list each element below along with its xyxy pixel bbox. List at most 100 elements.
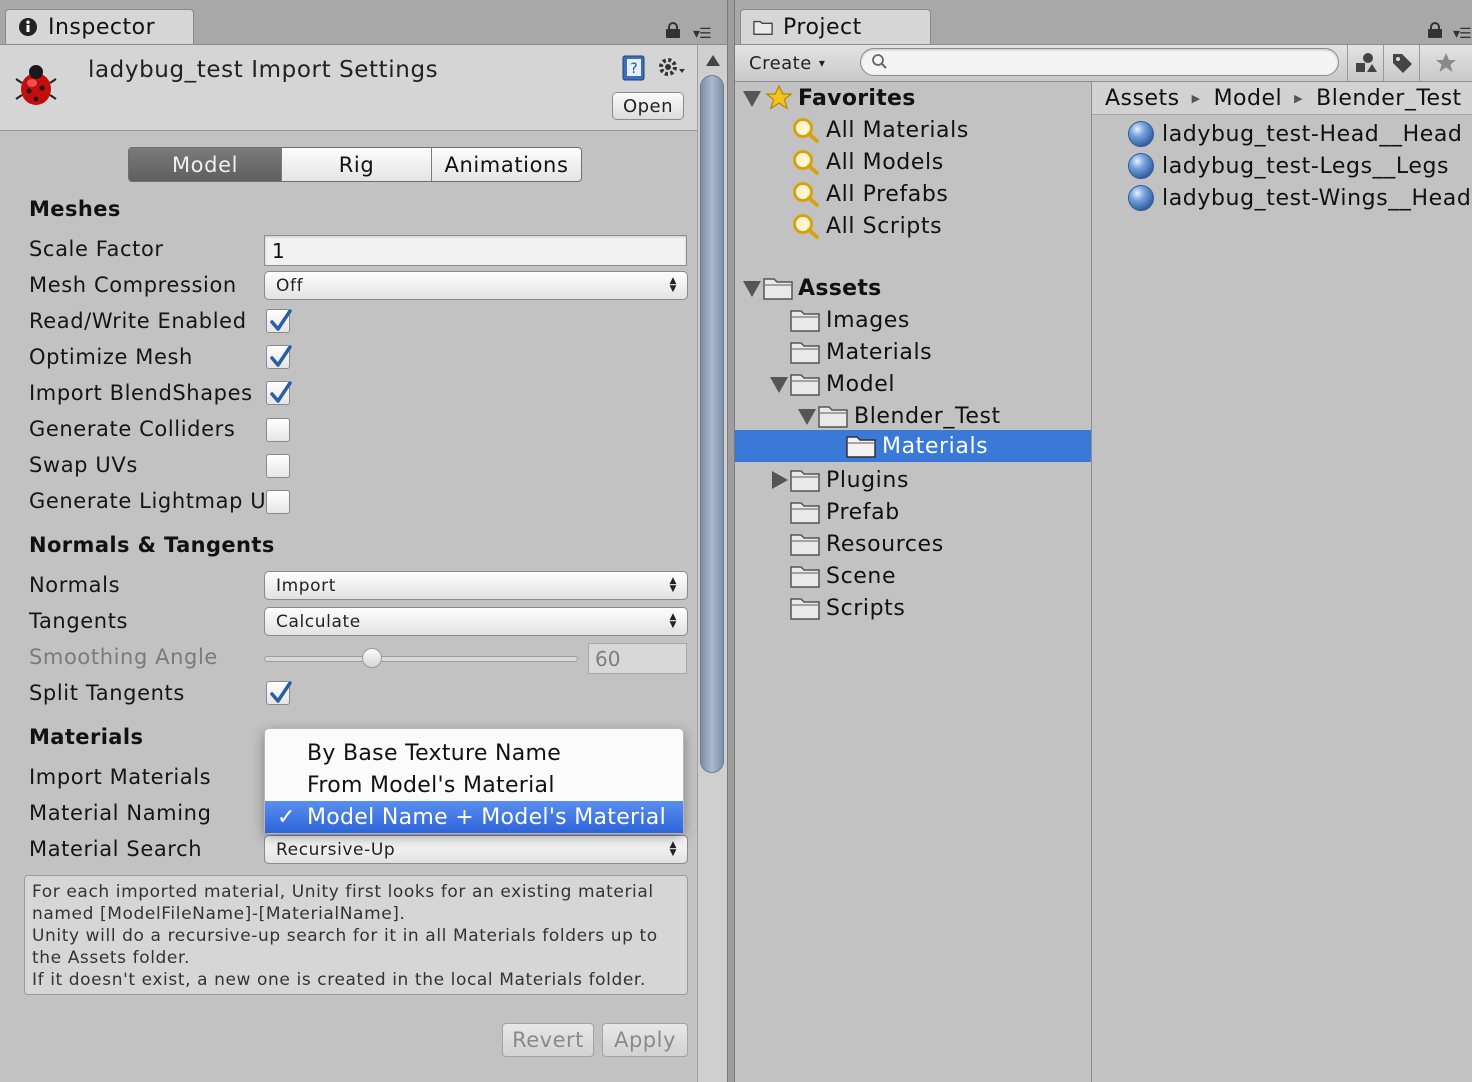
menu-item-from-models-material[interactable]: From Model's Material: [265, 769, 683, 801]
scroll-up-arrow-icon[interactable]: [706, 55, 720, 66]
tree-item-label: Prefab: [826, 500, 900, 525]
tree-item-label: All Scripts: [826, 214, 943, 239]
tree-item-all-prefabs[interactable]: All Prefabs: [735, 178, 1091, 210]
panel-divider[interactable]: [727, 0, 735, 1082]
tree-item-label: Scene: [826, 564, 897, 589]
project-toolbar: Create ▾: [735, 45, 1472, 82]
scale-factor-input[interactable]: 1: [264, 235, 687, 266]
tree-item-materials[interactable]: Materials: [735, 336, 1091, 368]
smoothing-angle-input[interactable]: 60: [588, 643, 687, 674]
open-button[interactable]: Open: [612, 92, 684, 120]
project-tab[interactable]: Project: [740, 9, 931, 44]
tree-item-prefab[interactable]: Prefab: [735, 496, 1091, 528]
breadcrumb-item-model[interactable]: Model: [1214, 86, 1283, 111]
folder-icon: [763, 278, 793, 300]
material-sphere-icon: [1128, 121, 1154, 147]
mesh-compression-dropdown[interactable]: Off ▲ ▼: [264, 271, 688, 300]
tree-item-label: All Materials: [826, 118, 969, 143]
optimize-mesh-label: Optimize Mesh: [29, 345, 193, 369]
model-rig-animations-tabs: Model Rig Animations: [128, 147, 582, 182]
create-button[interactable]: Create ▾: [749, 49, 825, 77]
menu-item-by-base-texture-name[interactable]: By Base Texture Name: [265, 737, 683, 769]
inspector-tab[interactable]: Inspector: [5, 9, 194, 44]
read-write-label: Read/Write Enabled: [29, 309, 247, 333]
checkmark-icon: [270, 681, 292, 703]
expand-triangle-icon[interactable]: [798, 409, 816, 425]
help-text-line: For each imported material, Unity first …: [32, 882, 654, 902]
tree-item-model[interactable]: Model: [735, 368, 1091, 400]
split-tangents-checkbox[interactable]: [266, 681, 292, 705]
breadcrumb-item-assets[interactable]: Assets: [1105, 86, 1180, 111]
tree-item-scripts[interactable]: Scripts: [735, 592, 1091, 624]
tree-item-all-materials[interactable]: All Materials: [735, 114, 1091, 146]
smoothing-angle-slider-thumb[interactable]: [362, 648, 382, 668]
menu-item-model-name-plus-models-material[interactable]: ✓ Model Name + Model's Material: [265, 801, 683, 833]
panel-menu-icon[interactable]: ▾☰: [693, 26, 712, 42]
breadcrumb: Assets ▶ Model ▶ Blender_Test ▶: [1092, 82, 1472, 115]
normals-dropdown[interactable]: Import ▲ ▼: [264, 571, 688, 600]
material-search-dropdown[interactable]: Recursive-Up ▲ ▼: [264, 835, 688, 864]
revert-button[interactable]: Revert: [502, 1023, 594, 1057]
tree-item-label: All Prefabs: [826, 182, 949, 207]
list-item[interactable]: ladybug_test-Wings__Head: [1128, 182, 1471, 214]
tangents-label: Tangents: [29, 609, 129, 633]
tree-item-scene[interactable]: Scene: [735, 560, 1091, 592]
tree-item-label: Blender_Test: [854, 404, 1001, 429]
folder-icon: [846, 436, 876, 458]
inspector-tab-label: Inspector: [48, 14, 156, 40]
tab-rig[interactable]: Rig: [281, 148, 431, 181]
project-tabstrip: Project ▾☰: [735, 0, 1472, 45]
list-item[interactable]: ladybug_test-Head__Head: [1128, 118, 1463, 150]
expand-triangle-icon[interactable]: [743, 281, 761, 297]
tree-item-resources[interactable]: Resources: [735, 528, 1091, 560]
tree-item-plugins[interactable]: Plugins: [735, 464, 1091, 496]
tab-animations[interactable]: Animations: [431, 148, 581, 181]
search-by-label-icon[interactable]: [1383, 45, 1419, 81]
asset-label: ladybug_test-Head__Head: [1162, 121, 1463, 147]
list-item[interactable]: ladybug_test-Legs__Legs: [1128, 150, 1449, 182]
lock-icon[interactable]: [666, 22, 680, 38]
tree-item-favorites[interactable]: Favorites: [735, 82, 1091, 114]
tree-item-all-models[interactable]: All Models: [735, 146, 1091, 178]
tree-item-all-scripts[interactable]: All Scripts: [735, 210, 1091, 242]
project-search-input[interactable]: [860, 48, 1339, 76]
search-by-type-icon[interactable]: [1347, 45, 1383, 81]
tree-item-blender-test[interactable]: Blender_Test: [735, 400, 1091, 432]
tangents-dropdown[interactable]: Calculate ▲ ▼: [264, 607, 688, 636]
generate-colliders-checkbox[interactable]: [266, 418, 290, 442]
tree-item-assets[interactable]: Assets: [735, 272, 1091, 304]
normals-tangents-section-title: Normals & Tangents: [29, 533, 275, 557]
tree-item-label: Plugins: [826, 468, 910, 493]
breadcrumb-item-blender-test[interactable]: Blender_Test: [1316, 86, 1462, 111]
folder-icon: [790, 374, 820, 396]
help-book-icon[interactable]: ?: [621, 54, 647, 82]
folder-icon: [790, 566, 820, 588]
collapsed-triangle-icon[interactable]: [772, 471, 788, 489]
menu-item-label: From Model's Material: [307, 772, 555, 798]
swap-uvs-checkbox[interactable]: [266, 454, 290, 478]
optimize-mesh-checkbox[interactable]: [266, 345, 292, 369]
import-materials-label: Import Materials: [29, 765, 212, 789]
panel-menu-icon[interactable]: ▾☰: [1453, 26, 1472, 42]
smoothing-angle-slider-track[interactable]: [264, 656, 578, 662]
generate-lightmap-checkbox[interactable]: [266, 490, 290, 514]
folder-icon: [790, 342, 820, 364]
generate-lightmap-label: Generate Lightmap UV: [29, 489, 265, 513]
scrollbar-thumb[interactable]: [700, 75, 724, 773]
favorite-star-icon[interactable]: [1419, 45, 1472, 81]
folder-icon: [790, 502, 820, 524]
tree-item-blender-materials[interactable]: Materials: [735, 430, 1091, 462]
apply-button[interactable]: Apply: [602, 1023, 688, 1057]
inspector-scrollbar[interactable]: [697, 45, 727, 1082]
expand-triangle-icon[interactable]: [770, 377, 788, 393]
menu-item-label: By Base Texture Name: [307, 740, 562, 766]
settings-gear-icon[interactable]: [656, 54, 688, 82]
tree-item-images[interactable]: Images: [735, 304, 1091, 336]
expand-triangle-icon[interactable]: [743, 91, 761, 107]
tab-model[interactable]: Model: [129, 148, 281, 181]
checkmark-icon: [270, 309, 292, 331]
import-blendshapes-checkbox[interactable]: [266, 381, 292, 405]
read-write-checkbox[interactable]: [266, 309, 292, 333]
split-tangents-label: Split Tangents: [29, 681, 185, 705]
lock-icon[interactable]: [1428, 22, 1442, 38]
